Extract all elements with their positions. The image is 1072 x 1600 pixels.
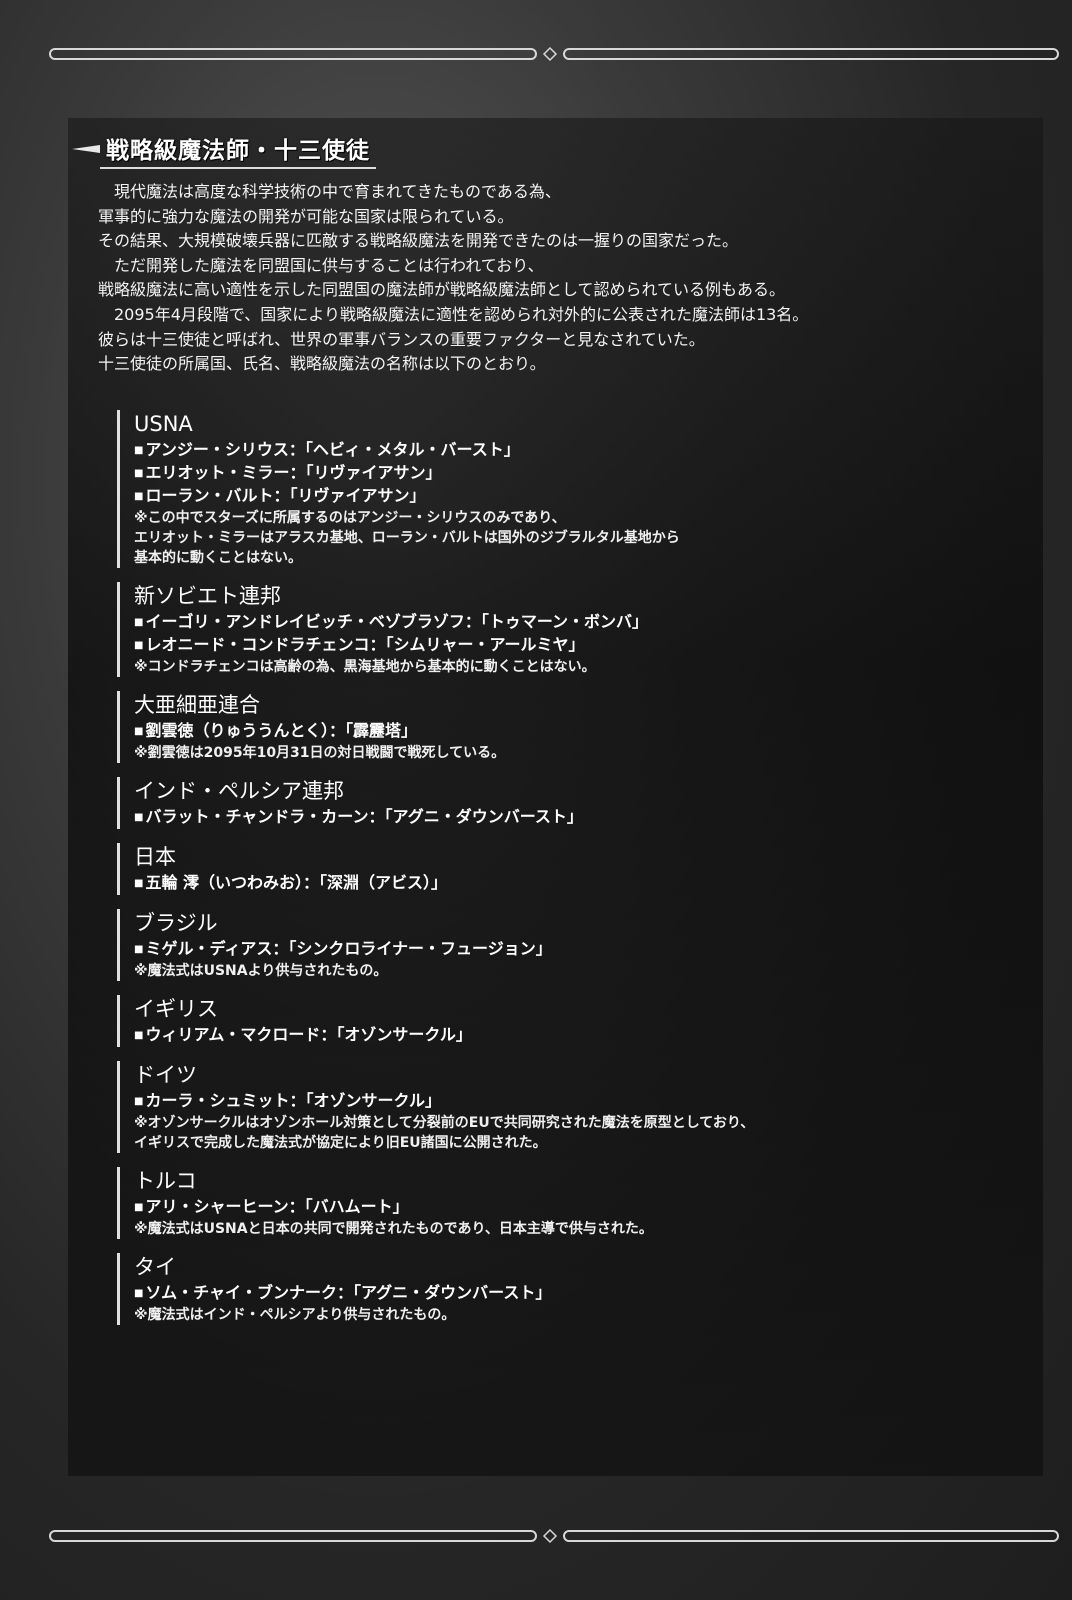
bullet-square-icon: ■ [134, 468, 144, 479]
country-name: 新ソビエト連邦 [134, 584, 281, 608]
bullet-square-icon: ■ [134, 1030, 144, 1041]
magician-text: カーラ・シュミット：「オゾンサークル」 [145, 1091, 441, 1110]
note-line: 基本的に動くことはない。 [134, 550, 302, 566]
bullet-square-icon: ■ [134, 812, 144, 823]
bullet-square-icon: ■ [134, 944, 144, 955]
section-title: 戦略級魔法師・十三使徒 [100, 129, 376, 169]
note-line: ※魔法式はUSNAと日本の共同で開発されたものであり、日本主導で供与された。 [134, 1221, 653, 1237]
country-block: 日本 ■ 五輪 澪（いつわみお）：「深淵（アビス）」 [117, 843, 1017, 895]
country-name: ブラジル [134, 911, 218, 935]
note-line: ※この中でスターズに所属するのはアンジー・シリウスのみであり、 [134, 510, 566, 526]
magician-entry: ■ ウィリアム・マクロード：「オゾンサークル」 [134, 1024, 1017, 1047]
country-block: トルコ ■ アリ・シャーヒーン：「バハムート」 ※魔法式はUSNAと日本の共同で開発さ… [117, 1167, 1017, 1239]
magician-entry: ■ バラット・チャンドラ・カーン：「アグニ・ダウンバースト」 [134, 806, 1017, 829]
bottom-ornamental-border [44, 1528, 1064, 1544]
country-block: インド・ペルシア連邦 ■ バラット・チャンドラ・カーン：「アグニ・ダウンバースト」 [117, 777, 1017, 829]
bullet-square-icon: ■ [134, 617, 144, 628]
magician-text: レオニード・コンドラチェンコ：「シムリャー・アールミヤ」 [145, 635, 585, 654]
country-block: タイ ■ ソム・チャイ・ブンナーク：「アグニ・ダウンバースト」 ※魔法式はインド・ペル… [117, 1253, 1017, 1325]
country-name: トルコ [134, 1169, 197, 1193]
magician-text: ソム・チャイ・ブンナーク：「アグニ・ダウンバースト」 [145, 1283, 552, 1302]
country-name: イギリス [134, 997, 218, 1021]
magician-text: エリオット・ミラー：「リヴァイアサン」 [145, 463, 442, 482]
bullet-square-icon: ■ [134, 726, 144, 737]
note-line: ※コンドラチェンコは高齢の為、黒海基地から基本的に動くことはない。 [134, 659, 596, 675]
country-block: 大亜細亜連合 ■ 劉雲徳（りゅううんとく）：「霹靂塔」 ※劉雲徳は2095年10月31… [117, 691, 1017, 763]
intro-line: その結果、大規模破壊兵器に匹敵する戦略級魔法を開発できたのは一握りの国家だった。 [98, 231, 739, 251]
top-ornamental-border [44, 46, 1064, 62]
magician-entry: ■ アリ・シャーヒーン：「バハムート」 [134, 1196, 1017, 1219]
magician-text: ウィリアム・マクロード：「オゾンサークル」 [145, 1025, 472, 1044]
bullet-square-icon: ■ [134, 1096, 144, 1107]
note-line: イギリスで完成した魔法式が協定により旧EU諸国に公開された。 [134, 1135, 547, 1151]
magician-text: ミゲル・ディアス：「シンクロライナー・フュージョン」 [145, 939, 552, 958]
magician-entry: ■ アンジー・シリウス：「ヘビィ・メタル・バースト」 [134, 439, 1017, 462]
magician-text: ローラン・バルト：「リヴァイアサン」 [145, 486, 426, 505]
bullet-square-icon: ■ [134, 445, 144, 456]
country-list: USNA ■ アンジー・シリウス：「ヘビィ・メタル・バースト」 ■ エリオット・ミラー：… [117, 410, 1017, 1339]
country-block: イギリス ■ ウィリアム・マクロード：「オゾンサークル」 [117, 995, 1017, 1047]
country-block: ブラジル ■ ミゲル・ディアス：「シンクロライナー・フュージョン」 ※魔法式はUSNA… [117, 909, 1017, 981]
intro-text: 現代魔法は高度な科学技術の中で育まれてきたものである為、 軍事的に強力な魔法の開… [98, 180, 998, 377]
magician-entry: ■ 劉雲徳（りゅううんとく）：「霹靂塔」 [134, 720, 1017, 743]
note-line: エリオット・ミラーはアラスカ基地、ローラン・バルトは国外のジブラルタル基地から [134, 530, 680, 546]
heading-accent [72, 145, 100, 153]
magician-entry: ■ 五輪 澪（いつわみお）：「深淵（アビス）」 [134, 872, 1017, 895]
country-name: インド・ペルシア連邦 [134, 779, 344, 803]
country-block: 新ソビエト連邦 ■ イーゴリ・アンドレイビッチ・ベゾブラゾフ：「トゥマーン・ボンバ」… [117, 582, 1017, 677]
country-name: タイ [134, 1255, 176, 1279]
intro-line: 現代魔法は高度な科学技術の中で育まれてきたものである為、 [114, 182, 561, 201]
magician-text: イーゴリ・アンドレイビッチ・ベゾブラゾフ：「トゥマーン・ボンバ」 [145, 612, 649, 631]
bullet-square-icon: ■ [134, 491, 144, 502]
magician-text: アンジー・シリウス：「ヘビィ・メタル・バースト」 [145, 440, 520, 459]
magician-entry: ■ レオニード・コンドラチェンコ：「シムリャー・アールミヤ」 [134, 634, 1017, 657]
note-line: ※魔法式はUSNAより供与されたもの。 [134, 963, 388, 979]
magician-entry: ■ エリオット・ミラー：「リヴァイアサン」 [134, 462, 1017, 485]
country-name: 大亜細亜連合 [134, 693, 260, 717]
bullet-square-icon: ■ [134, 1202, 144, 1213]
magician-text: 五輪 澪（いつわみお）：「深淵（アビス）」 [145, 873, 448, 892]
bullet-square-icon: ■ [134, 640, 144, 651]
note-line: ※オゾンサークルはオゾンホール対策として分裂前のEUで共同研究された魔法を原型と… [134, 1115, 755, 1131]
country-block: ドイツ ■ カーラ・シュミット：「オゾンサークル」 ※オゾンサークルはオゾンホール対策… [117, 1061, 1017, 1153]
intro-line: 軍事的に強力な魔法の開発が可能な国家は限られている。 [98, 206, 514, 226]
country-name: 日本 [134, 845, 176, 869]
magician-entry: ■ ソム・チャイ・ブンナーク：「アグニ・ダウンバースト」 [134, 1282, 1017, 1305]
country-name: ドイツ [134, 1063, 197, 1087]
bullet-square-icon: ■ [134, 1288, 144, 1299]
magician-entry: ■ カーラ・シュミット：「オゾンサークル」 [134, 1090, 1017, 1113]
intro-line: 2095年4月段階で、国家により戦略級魔法に適性を認められ対外的に公表された魔法… [114, 304, 809, 324]
intro-line: ただ開発した魔法を同盟国に供与することは行われており、 [114, 255, 544, 275]
magician-entry: ■ イーゴリ・アンドレイビッチ・ベゾブラゾフ：「トゥマーン・ボンバ」 [134, 611, 1017, 634]
magician-entry: ■ ミゲル・ディアス：「シンクロライナー・フュージョン」 [134, 938, 1017, 961]
magician-text: アリ・シャーヒーン：「バハムート」 [145, 1197, 409, 1216]
country-block: USNA ■ アンジー・シリウス：「ヘビィ・メタル・バースト」 ■ エリオット・ミラー：… [117, 410, 1017, 568]
note-line: ※劉雲徳は2095年10月31日の対日戦闘で戦死している。 [134, 745, 506, 761]
magician-text: 劉雲徳（りゅううんとく）：「霹靂塔」 [145, 721, 417, 740]
intro-line: 彼らは十三使徒と呼ばれ、世界の軍事バランスの重要ファクターと見なされていた。 [98, 329, 705, 349]
magician-entry: ■ ローラン・バルト：「リヴァイアサン」 [134, 485, 1017, 508]
bullet-square-icon: ■ [134, 878, 144, 889]
section-heading: 戦略級魔法師・十三使徒 [72, 129, 376, 169]
magician-text: バラット・チャンドラ・カーン：「アグニ・ダウンバースト」 [145, 807, 583, 826]
intro-line: 戦略級魔法に高い適性を示した同盟国の魔法師が戦略級魔法師として認められている例も… [98, 280, 786, 300]
intro-line: 十三使徒の所属国、氏名、戦略級魔法の名称は以下のとおり。 [98, 354, 546, 374]
note-line: ※魔法式はインド・ペルシアより供与されたもの。 [134, 1307, 456, 1323]
country-name: USNA [134, 412, 193, 436]
